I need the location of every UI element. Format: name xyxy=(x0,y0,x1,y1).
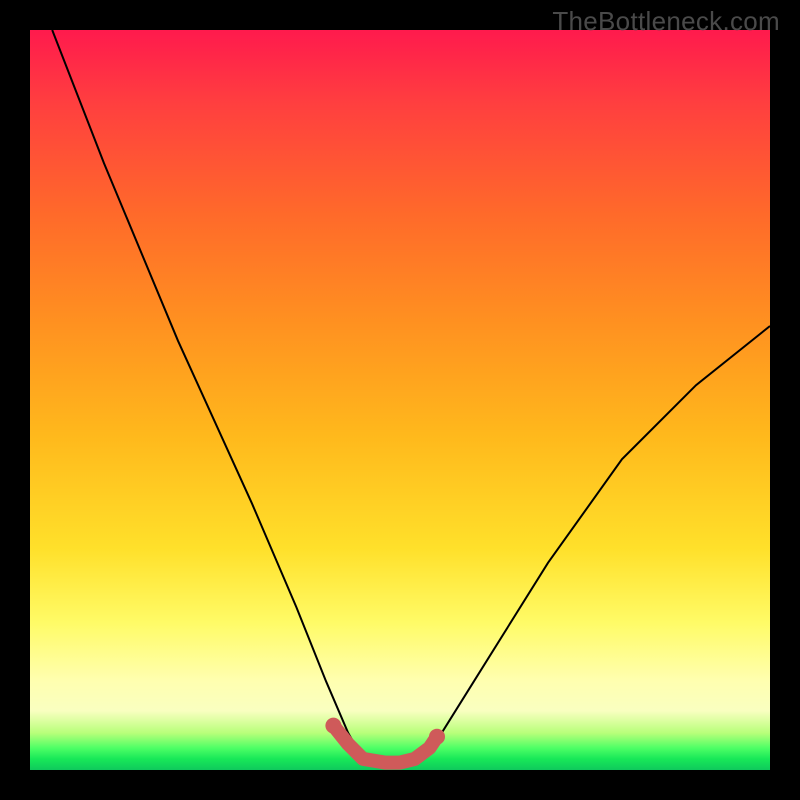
highlight-endpoint-left xyxy=(325,718,341,734)
curve-layer xyxy=(30,30,770,770)
optimal-range-highlight xyxy=(333,726,437,763)
highlight-endpoint-right xyxy=(429,729,445,745)
plot-area xyxy=(30,30,770,770)
bottleneck-curve xyxy=(52,30,770,763)
chart-frame: TheBottleneck.com xyxy=(0,0,800,800)
watermark-text: TheBottleneck.com xyxy=(552,6,780,37)
